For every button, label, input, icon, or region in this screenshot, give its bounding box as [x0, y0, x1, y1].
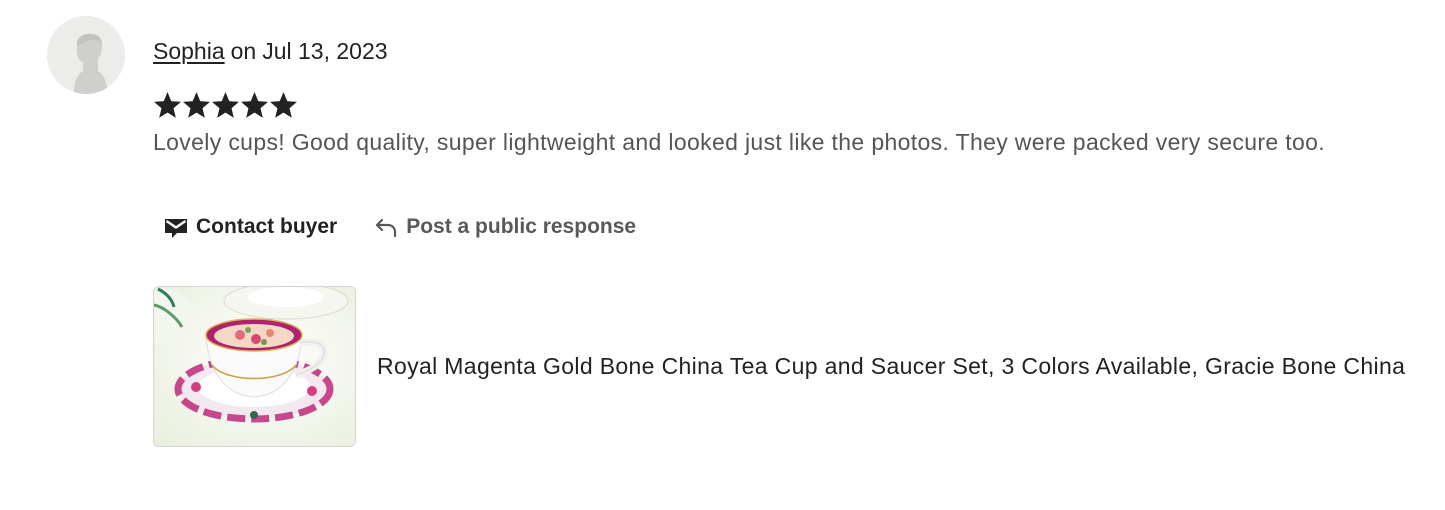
star-filled-icon	[270, 92, 297, 118]
reply-arrow-icon	[376, 218, 397, 238]
review-byline: Sophia on Jul 13, 2023	[153, 36, 388, 66]
envelope-icon	[165, 219, 187, 238]
post-public-response-button[interactable]: Post a public response	[363, 205, 646, 249]
contact-buyer-label: Contact buyer	[196, 215, 338, 238]
listing-thumbnail[interactable]	[153, 286, 356, 447]
user-silhouette-icon	[47, 16, 125, 94]
review-date: Jul 13, 2023	[262, 38, 388, 64]
contact-buyer-button[interactable]: Contact buyer	[153, 205, 347, 249]
post-public-response-label: Post a public response	[406, 215, 637, 238]
reviewer-name-link[interactable]: Sophia	[153, 38, 225, 64]
listing-title-link[interactable]: Royal Magenta Gold Bone China Tea Cup an…	[377, 353, 1405, 380]
avatar[interactable]	[47, 16, 125, 94]
review-card: Sophia on Jul 13, 2023 Lovely cups! Good q…	[0, 0, 1445, 510]
teacup-photo	[154, 287, 355, 446]
review-text: Lovely cups! Good quality, super lightwe…	[153, 129, 1326, 155]
byline-on-word: on	[230, 38, 257, 64]
star-filled-icon	[154, 92, 181, 118]
reviewed-listing: Royal Magenta Gold Bone China Tea Cup an…	[153, 286, 1405, 447]
star-filled-icon	[183, 92, 210, 118]
review-actions: Contact buyer Post a public response	[153, 205, 646, 249]
star-filled-icon	[241, 92, 268, 118]
star-filled-icon	[212, 92, 239, 118]
star-rating	[153, 91, 298, 120]
